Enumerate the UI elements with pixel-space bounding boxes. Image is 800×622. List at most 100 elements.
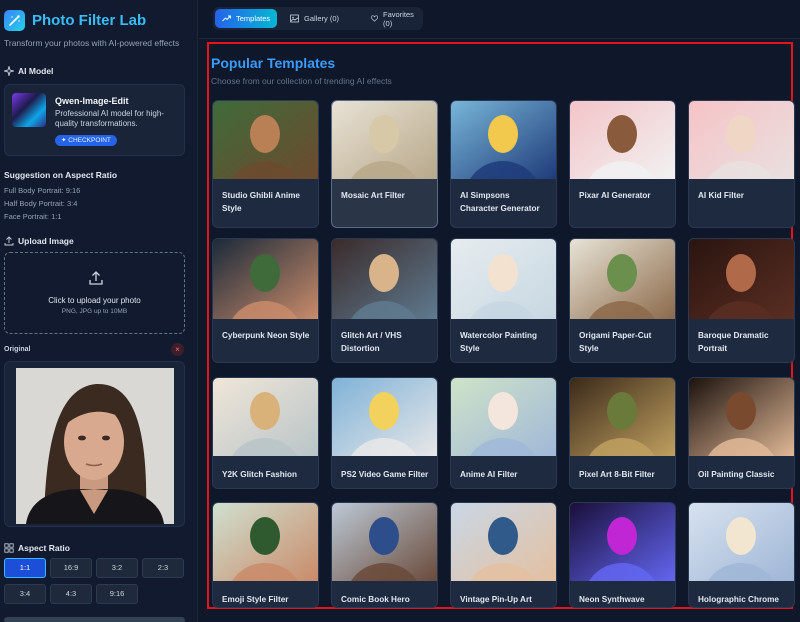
- template-card[interactable]: Anime AI Filter: [450, 377, 557, 489]
- template-thumbnail: [213, 378, 318, 488]
- template-label: Vintage Pin-Up Art: [460, 595, 532, 604]
- heart-icon: [371, 15, 378, 22]
- template-label: Anime AI Filter: [460, 470, 518, 479]
- aspect-ratio-button[interactable]: 4:3: [50, 584, 92, 604]
- template-thumbnail: [213, 239, 318, 362]
- sidebar: Photo Filter Lab Transform your photos w…: [0, 0, 198, 622]
- tab-label: Favorites (0): [383, 9, 414, 28]
- sidebar-scroll-edge: [4, 617, 185, 622]
- template-card[interactable]: Oil Painting Classic: [688, 377, 795, 489]
- template-card[interactable]: Y2K Glitch Fashion: [212, 377, 319, 489]
- model-name: Qwen-Image-Edit: [55, 96, 129, 106]
- template-card[interactable]: PS2 Video Game Filter: [331, 377, 438, 489]
- aspect-suggestion-line: Full Body Portrait: 9:16: [4, 186, 81, 195]
- upload-sub-text: PNG, JPG up to 10MB: [61, 308, 128, 315]
- templates-subtitle: Choose from our collection of trending A…: [211, 76, 392, 86]
- template-label: Pixel Art 8-Bit Filter: [579, 470, 655, 479]
- tab-templates[interactable]: Templates: [215, 9, 278, 28]
- template-label: Pixar AI Generator: [579, 191, 651, 200]
- model-description: Professional AI model for high-quality t…: [55, 109, 164, 128]
- original-label: Original: [4, 346, 31, 353]
- template-card[interactable]: Studio Ghibli Anime Style: [212, 100, 319, 228]
- main-area: Templates Gallery (0) Favorites (0) Popu…: [199, 0, 800, 622]
- template-thumbnail: [213, 503, 318, 607]
- original-photo: [16, 368, 174, 524]
- grid-icon: [4, 543, 14, 553]
- upload-heading: Upload Image: [4, 236, 74, 246]
- upload-icon: [88, 270, 104, 286]
- aspect-ratio-button[interactable]: 16:9: [50, 558, 92, 578]
- template-card[interactable]: Watercolor Painting Style: [450, 238, 557, 363]
- aspect-ratio-button[interactable]: 2:3: [142, 558, 184, 578]
- template-label: AI Simpsons Character Generator: [460, 191, 540, 213]
- template-card[interactable]: Mosaic Art Filter: [331, 100, 438, 228]
- template-label: Watercolor Painting Style: [460, 331, 538, 353]
- template-label: Baroque Dramatic Portrait: [698, 331, 769, 353]
- magic-wand-icon: [4, 10, 25, 31]
- template-label: Studio Ghibli Anime Style: [222, 191, 300, 213]
- aspect-ratio-button[interactable]: 9:16: [96, 584, 138, 604]
- tab-label: Templates: [236, 14, 271, 23]
- sparkle-icon: [4, 66, 14, 76]
- template-thumbnail: [451, 101, 556, 227]
- aspect-ratio-heading: Aspect Ratio: [4, 543, 70, 553]
- template-card[interactable]: Emoji Style Filter: [212, 502, 319, 608]
- app-title: Photo Filter Lab: [32, 12, 147, 29]
- template-card[interactable]: Vintage Pin-Up Art: [450, 502, 557, 608]
- aspect-suggestion-line: Face Portrait: 1:1: [4, 212, 62, 221]
- aspect-ratio-button[interactable]: 3:2: [96, 558, 138, 578]
- template-card[interactable]: AI Kid Filter: [688, 100, 795, 228]
- aspect-suggestion-line: Half Body Portrait: 3:4: [4, 199, 78, 208]
- template-card[interactable]: Pixar AI Generator: [569, 100, 676, 228]
- model-card[interactable]: Qwen-Image-Edit Professional AI model fo…: [4, 84, 185, 156]
- template-card[interactable]: Glitch Art / VHS Distortion: [331, 238, 438, 363]
- aspect-ratio-button[interactable]: 3:4: [4, 584, 46, 604]
- aspect-ratio-button[interactable]: 1:1: [4, 558, 46, 578]
- tab-favorites[interactable]: Favorites (0): [364, 9, 423, 28]
- template-thumbnail: [332, 378, 437, 488]
- tab-label: Gallery (0): [304, 14, 340, 23]
- template-card[interactable]: Baroque Dramatic Portrait: [688, 238, 795, 363]
- template-thumbnail: [332, 101, 437, 227]
- template-thumbnail: [451, 378, 556, 488]
- ai-model-heading: AI Model: [4, 66, 53, 76]
- template-label: Y2K Glitch Fashion: [222, 470, 298, 479]
- tab-gallery[interactable]: Gallery (0): [283, 9, 346, 28]
- template-label: AI Kid Filter: [698, 191, 744, 200]
- ai-model-title: AI Model: [18, 66, 54, 76]
- close-icon[interactable]: ×: [171, 343, 184, 356]
- template-thumbnail: [332, 503, 437, 607]
- template-card[interactable]: Origami Paper-Cut Style: [569, 238, 676, 363]
- template-thumbnail: [689, 378, 794, 488]
- upload-dropzone[interactable]: Click to upload your photo PNG, JPG up t…: [4, 252, 185, 334]
- checkpoint-badge: ✦ CHECKPOINT: [55, 135, 117, 146]
- image-icon: [290, 14, 299, 23]
- header-divider: [199, 38, 800, 39]
- template-thumbnail: [689, 503, 794, 607]
- template-card[interactable]: Neon Synthwave: [569, 502, 676, 608]
- template-label: Origami Paper-Cut Style: [579, 331, 652, 353]
- template-card[interactable]: Comic Book Hero: [331, 502, 438, 608]
- original-preview: [4, 361, 185, 527]
- template-card[interactable]: Cyberpunk Neon Style: [212, 238, 319, 363]
- template-label: Holographic Chrome: [698, 595, 779, 604]
- trending-icon: [222, 15, 231, 22]
- template-thumbnail: [570, 503, 675, 607]
- template-label: PS2 Video Game Filter: [341, 470, 429, 479]
- template-label: Neon Synthwave: [579, 595, 645, 604]
- template-card[interactable]: AI Simpsons Character Generator: [450, 100, 557, 228]
- template-thumbnail: [570, 239, 675, 362]
- template-thumbnail: [451, 503, 556, 607]
- template-thumbnail: [570, 101, 675, 227]
- template-thumbnail: [689, 101, 794, 227]
- template-label: Oil Painting Classic: [698, 470, 775, 479]
- brand: Photo Filter Lab: [4, 10, 146, 31]
- template-card[interactable]: Holographic Chrome: [688, 502, 795, 608]
- template-label: Cyberpunk Neon Style: [222, 331, 310, 340]
- app-subtitle: Transform your photos with AI-powered ef…: [4, 38, 180, 48]
- template-card[interactable]: Pixel Art 8-Bit Filter: [569, 377, 676, 489]
- tab-bar: Templates Gallery (0) Favorites (0): [213, 7, 423, 30]
- model-thumbnail: [12, 93, 46, 127]
- template-thumbnail: [213, 101, 318, 227]
- aspect-ratio-title: Aspect Ratio: [18, 543, 70, 553]
